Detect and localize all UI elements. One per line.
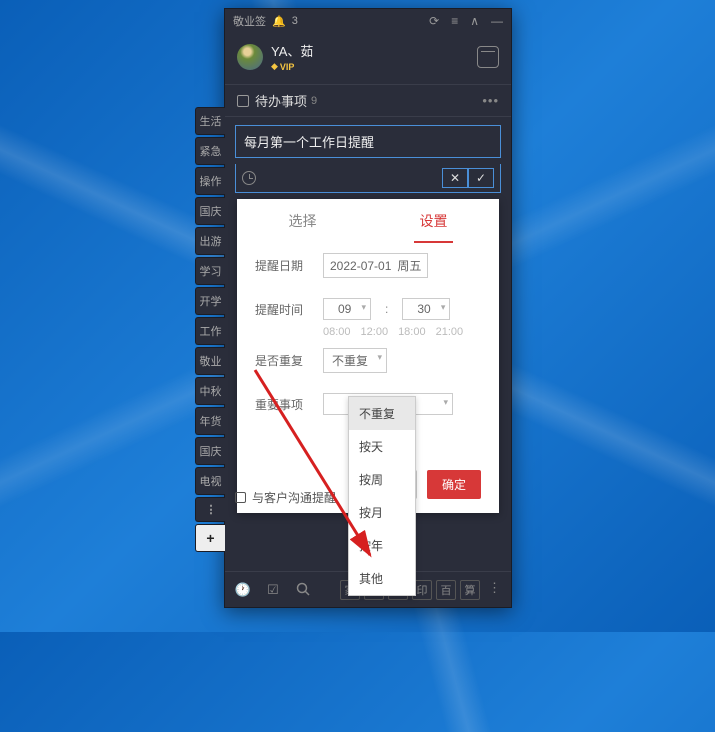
clock-toolbar-icon[interactable]: 🕐 [235,582,251,598]
titlebar: 敬业签 🔔 3 ⟳ ≡ ∧ — [225,9,511,33]
app-name: 敬业签 [233,13,266,29]
repeat-select[interactable]: 不重复 [323,348,387,373]
vip-label: VIP [280,62,295,72]
dropdown-item-yearly[interactable]: 按年 [349,529,415,562]
section-title: 待办事项 [255,91,307,110]
side-tab[interactable]: 出游 [195,227,225,255]
side-tabs: 生活 紧急 操作 国庆 出游 学习 开学 工作 敬业 中秋 年货 国庆 电视 ⋮… [195,107,225,552]
profile-section: YA、茹 ◆ VIP [225,33,511,84]
checkbox-icon [235,492,246,503]
side-tab[interactable]: 紧急 [195,137,225,165]
preset-times: 08:00 12:00 18:00 21:00 [237,326,499,338]
side-tab[interactable]: 年货 [195,407,225,435]
toolbar-char-button[interactable]: 算 [460,580,480,600]
tab-select[interactable]: 选择 [237,199,368,243]
minimize-icon[interactable]: — [491,14,503,28]
minute-select[interactable]: 30 [402,298,450,320]
preset-time[interactable]: 18:00 [398,326,426,338]
notification-bell-icon[interactable]: 🔔 [272,15,286,28]
collapse-icon[interactable]: ∧ [470,14,479,28]
checklist-icon [237,95,249,107]
section-header: 待办事项 9 ••• [225,84,511,117]
toolbar-char-button[interactable]: 百 [436,580,456,600]
side-tab[interactable]: 操作 [195,167,225,195]
notification-count: 3 [292,15,298,27]
preset-time[interactable]: 08:00 [323,326,351,338]
vip-diamond-icon: ◆ [271,61,278,72]
clock-icon[interactable] [242,171,256,185]
sync-icon[interactable]: ⟳ [429,14,439,28]
search-icon[interactable] [295,582,311,598]
date-weekday: 周五 [397,257,421,274]
side-tab-add[interactable]: + [195,524,225,552]
label-date: 提醒日期 [255,257,309,274]
check-toolbar-icon[interactable]: ☑ [265,582,281,598]
time-colon: : [385,302,388,316]
side-tab[interactable]: 生活 [195,107,225,135]
label-important: 重要事项 [255,396,309,413]
calendar-icon[interactable] [477,46,499,68]
side-tab[interactable]: 开学 [195,287,225,315]
dropdown-item-daily[interactable]: 按天 [349,430,415,463]
confirm-button[interactable]: 确定 [427,470,481,499]
toolbar-more-icon[interactable]: ⋮ [488,580,501,600]
side-tab[interactable]: 敬业 [195,347,225,375]
menu-icon[interactable]: ≡ [451,14,458,28]
tab-settings[interactable]: 设置 [368,199,499,243]
dropdown-item-other[interactable]: 其他 [349,562,415,595]
date-value: 2022-07-01 [330,259,391,273]
faded-todo-item: 与客户沟通提醒 [235,489,336,506]
side-tab[interactable]: 学习 [195,257,225,285]
dropdown-item-weekly[interactable]: 按周 [349,463,415,496]
note-input-text: 每月第一个工作日提醒 [244,135,374,150]
note-input[interactable]: 每月第一个工作日提醒 [235,125,501,158]
cancel-note-button[interactable]: ✕ [442,168,468,188]
section-count: 9 [311,95,317,107]
note-actions-row: ✕ ✓ [235,164,501,193]
hour-select[interactable]: 09 [323,298,371,320]
label-repeat: 是否重复 [255,352,309,369]
preset-time[interactable]: 21:00 [436,326,464,338]
side-tab-more[interactable]: ⋮ [195,497,225,522]
side-tab[interactable]: 电视 [195,467,225,495]
preset-time[interactable]: 12:00 [361,326,389,338]
dropdown-item-norepeat[interactable]: 不重复 [349,397,415,430]
label-time: 提醒时间 [255,301,309,318]
username: YA、茹 [271,41,313,60]
repeat-dropdown: 不重复 按天 按周 按月 按年 其他 [348,396,416,596]
avatar[interactable] [237,44,263,70]
dropdown-item-monthly[interactable]: 按月 [349,496,415,529]
confirm-note-button[interactable]: ✓ [468,168,494,188]
side-tab[interactable]: 工作 [195,317,225,345]
side-tab[interactable]: 国庆 [195,197,225,225]
side-tab[interactable]: 国庆 [195,437,225,465]
section-menu-icon[interactable]: ••• [482,93,499,108]
side-tab[interactable]: 中秋 [195,377,225,405]
date-input[interactable]: 2022-07-01 周五 [323,253,428,278]
